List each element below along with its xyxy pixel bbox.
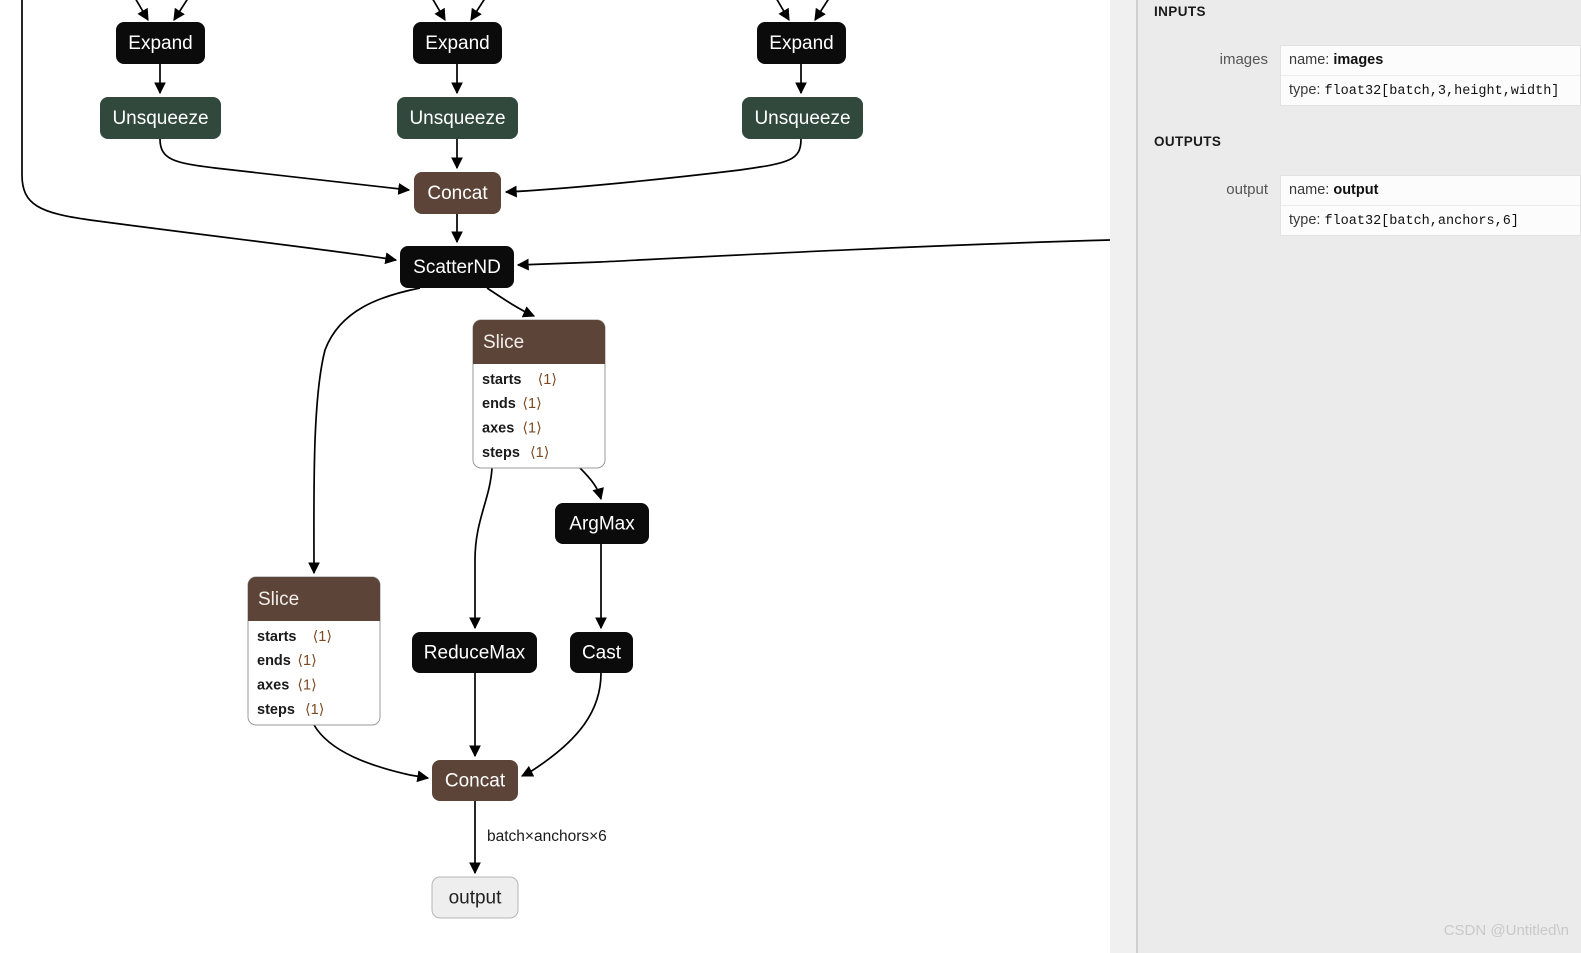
slice-attr-value: ⟨1⟩ bbox=[313, 629, 332, 645]
input-type-value: float32[batch,3,height,width] bbox=[1324, 84, 1559, 99]
graph-edge bbox=[314, 288, 420, 573]
graph-edge bbox=[160, 139, 409, 190]
output-type-value: float32[batch,anchors,6] bbox=[1324, 214, 1518, 229]
slice-attr-value: ⟨1⟩ bbox=[305, 702, 324, 718]
properties-side-panel[interactable]: INPUTS images name: images type: float32… bbox=[1138, 0, 1581, 953]
graph-node-cast[interactable]: Cast bbox=[570, 632, 633, 673]
graph-node-label: Cast bbox=[582, 643, 622, 664]
graph-edge bbox=[580, 468, 601, 499]
slice-attr-value: ⟨1⟩ bbox=[297, 653, 316, 669]
graph-node-concat-bot[interactable]: Concat bbox=[432, 760, 518, 801]
input-row-images[interactable]: images name: images type: float32[batch,… bbox=[1138, 45, 1581, 106]
canvas-scroll-gutter[interactable] bbox=[1110, 0, 1136, 953]
graph-node-unsqueeze-3[interactable]: Unsqueeze bbox=[742, 97, 863, 139]
graph-edge bbox=[522, 673, 601, 776]
graph-node-output[interactable]: output bbox=[432, 877, 518, 918]
graph-edge bbox=[815, 0, 837, 20]
graph-node-label: output bbox=[449, 888, 503, 909]
graph-node-concat-top[interactable]: Concat bbox=[414, 172, 501, 214]
graph-edge bbox=[475, 468, 492, 628]
graph-node-label: Unsqueeze bbox=[112, 108, 208, 129]
graph-node-label: Unsqueeze bbox=[409, 108, 505, 129]
graph-canvas[interactable]: Expand Expand Expand Unsqueeze Unsqueeze Unsq… bbox=[0, 0, 1110, 953]
graph-svg: Expand Expand Expand Unsqueeze Unsqueeze Unsq… bbox=[0, 0, 1110, 953]
output-param-card[interactable]: name: output type: float32[batch,anchors… bbox=[1280, 175, 1581, 236]
panel-section-inputs: INPUTS images name: images type: float32… bbox=[1138, 0, 1581, 106]
graph-node-label: Concat bbox=[427, 183, 488, 204]
csdn-watermark: CSDN @Untitled\n bbox=[1444, 922, 1569, 939]
graph-node-expand-3[interactable]: Expand bbox=[757, 22, 846, 64]
input-name-line: name: images bbox=[1281, 46, 1580, 76]
slice-attr-key: axes bbox=[257, 678, 289, 694]
section-title-inputs: INPUTS bbox=[1138, 0, 1581, 19]
slice-attr-value: ⟨1⟩ bbox=[522, 396, 541, 412]
slice-attr-key: starts bbox=[257, 629, 297, 645]
graph-node-label: ReduceMax bbox=[424, 643, 526, 664]
graph-node-slice-left[interactable]: Slicestarts⟨1⟩ends⟨1⟩axes⟨1⟩steps⟨1⟩ bbox=[248, 577, 380, 725]
output-type-key: type: bbox=[1289, 212, 1320, 228]
graph-node-argmax[interactable]: ArgMax bbox=[555, 503, 649, 544]
slice-attr-key: steps bbox=[257, 702, 295, 718]
input-name-value: images bbox=[1333, 52, 1383, 68]
graph-edge bbox=[314, 725, 428, 778]
input-param-name: images bbox=[1138, 45, 1280, 75]
output-name-line: name: output bbox=[1281, 176, 1580, 206]
graph-node-expand-1[interactable]: Expand bbox=[116, 22, 205, 64]
graph-node-unsqueeze-1[interactable]: Unsqueeze bbox=[100, 97, 221, 139]
slice-attr-value: ⟨1⟩ bbox=[530, 445, 549, 461]
graph-node-label: Unsqueeze bbox=[754, 108, 850, 129]
slice-node-title: Slice bbox=[258, 589, 299, 610]
input-param-card[interactable]: name: images type: float32[batch,3,heigh… bbox=[1280, 45, 1581, 106]
slice-attr-key: axes bbox=[482, 421, 514, 437]
graph-node-label: Expand bbox=[769, 33, 833, 54]
panel-section-outputs: OUTPUTS output name: output type: float3… bbox=[1138, 106, 1581, 236]
slice-attr-key: steps bbox=[482, 445, 520, 461]
graph-node-slice-right[interactable]: Slicestarts⟨1⟩ends⟨1⟩axes⟨1⟩steps⟨1⟩ bbox=[473, 320, 605, 468]
graph-edge-label-out-shape-label: batch×anchors×6 bbox=[487, 828, 607, 845]
slice-node-title: Slice bbox=[483, 332, 524, 353]
graph-node-label: ArgMax bbox=[569, 514, 635, 535]
graph-node-label: ScatterND bbox=[413, 257, 501, 278]
graph-edge bbox=[471, 0, 493, 20]
output-row-output[interactable]: output name: output type: float32[batch,… bbox=[1138, 175, 1581, 236]
output-type-line: type: float32[batch,anchors,6] bbox=[1281, 206, 1580, 235]
slice-attr-value: ⟨1⟩ bbox=[522, 421, 541, 437]
output-name-value: output bbox=[1333, 182, 1378, 198]
graph-node-label: Expand bbox=[128, 33, 192, 54]
graph-node-reducemax[interactable]: ReduceMax bbox=[412, 632, 537, 673]
graph-edge-labels: batch×anchors×6 bbox=[487, 828, 607, 845]
output-name-key: name: bbox=[1289, 182, 1329, 198]
graph-node-label: Expand bbox=[425, 33, 489, 54]
section-title-outputs: OUTPUTS bbox=[1138, 106, 1581, 149]
graph-node-label: Concat bbox=[445, 771, 506, 792]
graph-edge bbox=[425, 0, 445, 20]
graph-edge bbox=[487, 288, 534, 316]
graph-edge bbox=[518, 240, 1110, 265]
input-name-key: name: bbox=[1289, 52, 1329, 68]
input-type-line: type: float32[batch,3,height,width] bbox=[1281, 76, 1580, 105]
slice-attr-key: ends bbox=[482, 396, 516, 412]
output-param-name: output bbox=[1138, 175, 1280, 205]
graph-node-scatternd[interactable]: ScatterND bbox=[400, 246, 514, 288]
input-type-key: type: bbox=[1289, 82, 1320, 98]
graph-node-expand-2[interactable]: Expand bbox=[413, 22, 502, 64]
slice-attr-value: ⟨1⟩ bbox=[297, 678, 316, 694]
graph-edge bbox=[769, 0, 789, 20]
graph-node-unsqueeze-2[interactable]: Unsqueeze bbox=[397, 97, 518, 139]
graph-edge bbox=[128, 0, 148, 20]
slice-attr-key: ends bbox=[257, 653, 291, 669]
graph-edge bbox=[506, 139, 801, 192]
graph-edge bbox=[174, 0, 196, 20]
slice-attr-key: starts bbox=[482, 372, 522, 388]
graph-nodes[interactable]: Expand Expand Expand Unsqueeze Unsqueeze Unsq… bbox=[100, 22, 863, 918]
slice-attr-value: ⟨1⟩ bbox=[538, 372, 557, 388]
